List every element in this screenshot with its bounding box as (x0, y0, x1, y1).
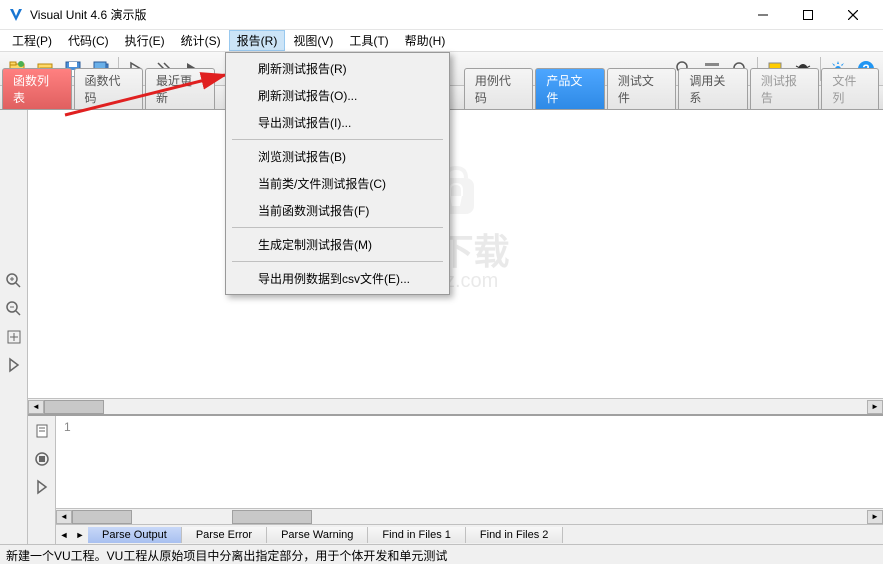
zoom-out-icon[interactable] (3, 298, 25, 320)
dd-refresh-report-o[interactable]: 刷新测试报告(O)... (228, 82, 447, 109)
tab-file-col[interactable]: 文件列 (821, 68, 879, 109)
lower-pane: 1 ◄ ► ◄ ► Parse Output Parse Error (28, 414, 883, 544)
scroll-right-icon[interactable]: ► (867, 510, 883, 524)
dd-export-report[interactable]: 导出测试报告(I)... (228, 109, 447, 136)
output-tabs: ◄ ► Parse Output Parse Error Parse Warni… (56, 524, 883, 544)
menu-tools[interactable]: 工具(T) (341, 30, 396, 51)
menu-code[interactable]: 代码(C) (60, 30, 117, 51)
lower-tool-gutter (28, 416, 56, 544)
dd-browse-report[interactable]: 浏览测试报告(B) (228, 143, 447, 170)
tab-case-code[interactable]: 用例代码 (464, 68, 534, 109)
menu-help[interactable]: 帮助(H) (397, 30, 454, 51)
forward-icon[interactable] (3, 354, 25, 376)
scroll-thumb-2[interactable] (232, 510, 312, 524)
line-number: 1 (64, 420, 71, 434)
close-button[interactable] (830, 1, 875, 29)
menu-report[interactable]: 报告(R) (229, 30, 286, 51)
btab-parse-warning[interactable]: Parse Warning (267, 527, 368, 543)
report-dropdown: 刷新测试报告(R) 刷新测试报告(O)... 导出测试报告(I)... 浏览测试… (225, 52, 450, 295)
doc-icon[interactable] (31, 420, 53, 442)
output-text-area[interactable]: 1 (56, 416, 883, 508)
tab-recent-update[interactable]: 最近更新 (145, 68, 215, 109)
tab-call-relation[interactable]: 调用关系 (678, 68, 748, 109)
menu-execute[interactable]: 执行(E) (117, 30, 173, 51)
dd-refresh-report-r[interactable]: 刷新测试报告(R) (228, 55, 447, 82)
menubar: 工程(P) 代码(C) 执行(E) 统计(S) 报告(R) 视图(V) 工具(T… (0, 30, 883, 52)
lower-hscroll[interactable]: ◄ ► (56, 508, 883, 524)
editor-upper-pane: 安下载 anxz.com (28, 110, 883, 398)
menu-stats[interactable]: 统计(S) (173, 30, 229, 51)
dd-export-csv[interactable]: 导出用例数据到csv文件(E)... (228, 265, 447, 292)
scroll-right-icon[interactable]: ► (867, 400, 883, 414)
tab-test-report[interactable]: 测试报告 (750, 68, 820, 109)
window-title: Visual Unit 4.6 演示版 (30, 6, 740, 23)
lower-forward-icon[interactable] (31, 476, 53, 498)
scroll-left-icon[interactable]: ◄ (28, 400, 44, 414)
dropdown-separator (232, 139, 443, 140)
dd-class-file-report[interactable]: 当前类/文件测试报告(C) (228, 170, 447, 197)
tabs-scroll-right-icon[interactable]: ► (72, 530, 88, 540)
titlebar: Visual Unit 4.6 演示版 (0, 0, 883, 30)
stop-icon[interactable] (31, 448, 53, 470)
dd-generate-custom-report[interactable]: 生成定制测试报告(M) (228, 231, 447, 258)
dd-function-report[interactable]: 当前函数测试报告(F) (228, 197, 447, 224)
zoom-in-icon[interactable] (3, 270, 25, 292)
menu-view[interactable]: 视图(V) (285, 30, 341, 51)
scroll-left-icon[interactable]: ◄ (56, 510, 72, 524)
app-icon (8, 7, 24, 23)
tab-function-list[interactable]: 函数列表 (2, 68, 72, 109)
scroll-thumb[interactable] (44, 400, 104, 414)
tab-function-code[interactable]: 函数代码 (74, 68, 144, 109)
dropdown-separator (232, 261, 443, 262)
tab-test-file[interactable]: 测试文件 (607, 68, 677, 109)
btab-find-files-2[interactable]: Find in Files 2 (466, 527, 563, 543)
left-tool-gutter (0, 110, 28, 544)
scroll-thumb[interactable] (72, 510, 132, 524)
tabs-scroll-left-icon[interactable]: ◄ (56, 530, 72, 540)
upper-hscroll[interactable]: ◄ ► (28, 398, 883, 414)
dropdown-separator (232, 227, 443, 228)
maximize-button[interactable] (785, 1, 830, 29)
menu-project[interactable]: 工程(P) (4, 30, 60, 51)
btab-parse-output[interactable]: Parse Output (88, 527, 182, 543)
status-text: 新建一个VU工程。VU工程从原始项目中分离出指定部分，用于个体开发和单元测试 (6, 549, 447, 563)
statusbar: 新建一个VU工程。VU工程从原始项目中分离出指定部分，用于个体开发和单元测试 (0, 544, 883, 564)
expand-icon[interactable] (3, 326, 25, 348)
btab-find-files-1[interactable]: Find in Files 1 (368, 527, 465, 543)
minimize-button[interactable] (740, 1, 785, 29)
tab-product-file[interactable]: 产品文件 (535, 68, 605, 109)
btab-parse-error[interactable]: Parse Error (182, 527, 267, 543)
